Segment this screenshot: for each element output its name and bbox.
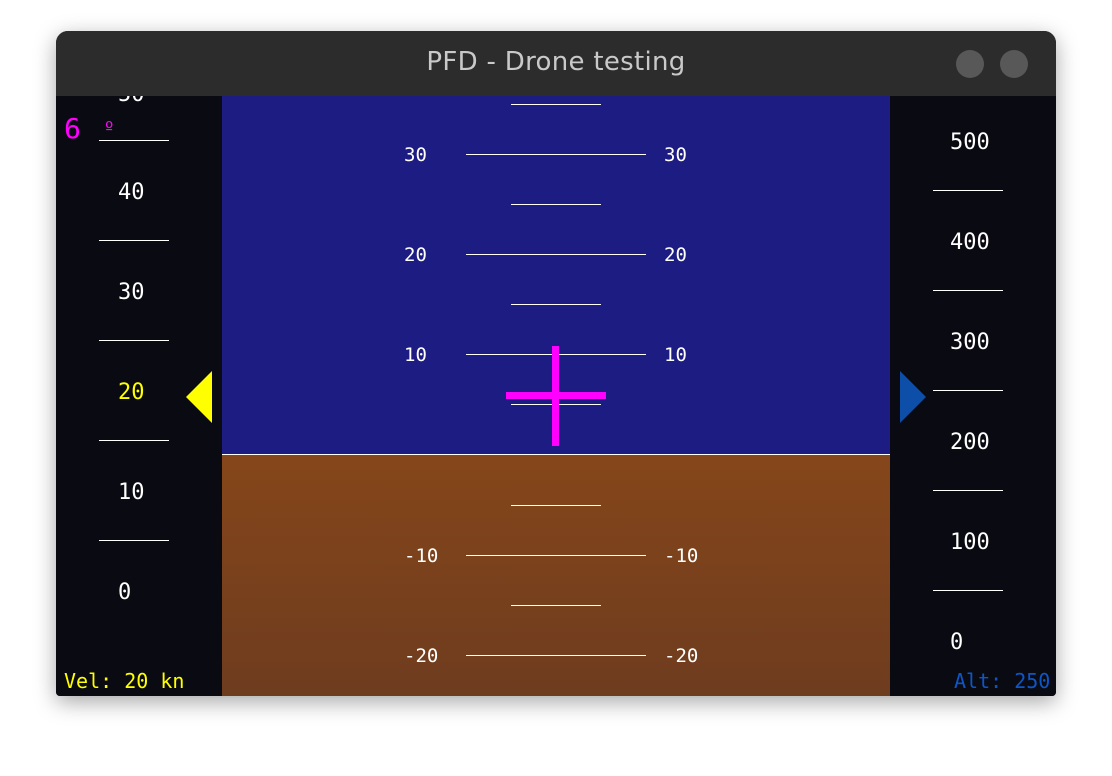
altitude-tape: 500 400 300 200 100 0 Alt: 250: [890, 96, 1056, 696]
speed-tape: 50 40 30 20 10 0 6 º Vel: 20 kn: [56, 96, 222, 696]
altitude-tick: [933, 390, 1003, 391]
altitude-label: 100: [950, 530, 990, 555]
pitch-minor-tick: [511, 104, 601, 105]
pitch-minor-tick: [511, 605, 601, 606]
speed-label: 40: [118, 180, 145, 205]
triangle-right-icon: [900, 371, 926, 423]
pitch-label: 10: [404, 344, 427, 366]
pitch-label: 30: [404, 144, 427, 166]
speed-tick: [99, 240, 169, 241]
altitude-tick: [933, 290, 1003, 291]
window-button[interactable]: [1000, 50, 1028, 78]
pfd-window: PFD - Drone testing 30 30 20 20 10 10 -1: [56, 31, 1056, 696]
pitch-major-tick: [466, 655, 646, 656]
window-button[interactable]: [956, 50, 984, 78]
speed-label: 30: [118, 280, 145, 305]
speed-label: 50: [118, 96, 145, 107]
pitch-label: 20: [404, 244, 427, 266]
altitude-label: 300: [950, 330, 990, 355]
crosshair-icon: [506, 346, 606, 446]
altitude-label: 400: [950, 230, 990, 255]
speed-label-current: 20: [118, 380, 145, 405]
title-bar: PFD - Drone testing: [56, 31, 1056, 97]
pitch-readout-value: 6: [64, 112, 81, 145]
pitch-readout: 6 º: [64, 114, 115, 144]
pitch-label: -20: [404, 645, 439, 667]
altitude-label: 500: [950, 130, 990, 155]
pfd-display: 30 30 20 20 10 10 -10 -10 -20 -20 50 40: [56, 96, 1056, 696]
pitch-label: -10: [664, 545, 699, 567]
speed-label: 0: [118, 580, 132, 605]
pitch-label: 30: [664, 144, 687, 166]
window-title: PFD - Drone testing: [426, 47, 686, 77]
pitch-minor-tick: [511, 505, 601, 506]
pitch-major-tick: [466, 154, 646, 155]
triangle-left-icon: [186, 371, 212, 423]
pitch-label: -10: [404, 545, 439, 567]
velocity-readout: Vel: 20 kn: [64, 669, 185, 693]
speed-tick: [99, 540, 169, 541]
attitude-ground: -10 -10 -20 -20: [222, 455, 890, 696]
altitude-tick: [933, 590, 1003, 591]
pitch-label: 20: [664, 244, 687, 266]
speed-tick: [99, 340, 169, 341]
pitch-minor-tick: [511, 204, 601, 205]
degree-symbol: º: [103, 118, 115, 139]
altitude-label: 200: [950, 430, 990, 455]
pitch-major-tick: [466, 254, 646, 255]
altitude-label: 0: [950, 630, 964, 655]
altitude-tick: [933, 490, 1003, 491]
horizon-line: [222, 454, 890, 455]
pitch-label: -20: [664, 645, 699, 667]
pitch-major-tick: [466, 555, 646, 556]
pitch-minor-tick: [511, 304, 601, 305]
altitude-tick: [933, 190, 1003, 191]
speed-tick: [99, 440, 169, 441]
speed-label: 10: [118, 480, 145, 505]
altitude-readout: Alt: 250: [954, 669, 1051, 693]
pitch-label: 10: [664, 344, 687, 366]
